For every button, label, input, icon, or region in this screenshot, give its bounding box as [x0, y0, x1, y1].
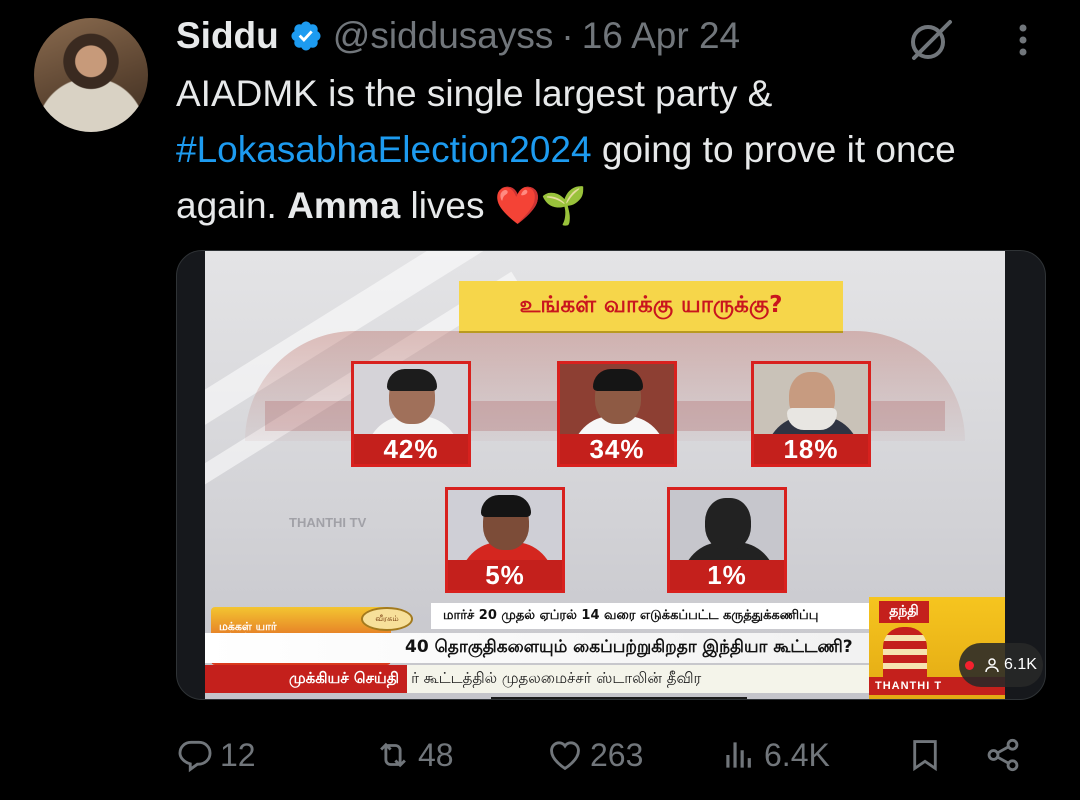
record-dot-icon: [965, 660, 975, 670]
grok-icon[interactable]: [904, 14, 956, 66]
avatar[interactable]: [34, 18, 148, 132]
author-handle[interactable]: @siddusayss: [333, 15, 554, 57]
hair-shape: [481, 495, 531, 517]
share-icon: [987, 738, 1019, 772]
ticker-tag: முக்கியச் செய்தி: [205, 665, 408, 693]
result-percent: 34%: [560, 434, 674, 464]
analytics-icon: [726, 742, 751, 768]
tv-frame: உங்கள் வாக்கு யாருக்கு? 42% 34% 18% 5% 1…: [205, 251, 1005, 699]
candidate-card: 42%: [351, 361, 471, 467]
bookmark-button[interactable]: [906, 730, 950, 780]
result-percent: 5%: [448, 560, 562, 590]
like-button[interactable]: 263: [546, 730, 643, 780]
candidate-card: 1%: [667, 487, 787, 593]
ticker-text: ர் கூட்டத்தில் முதலமைச்சர் ஸ்டாலின் தீவி…: [411, 669, 702, 687]
tweet-text-part: AIADMK is the single largest party &: [176, 73, 773, 114]
survey-note: மார்ச் 20 முதல் ஏப்ரல் 14 வரை எடுக்கப்பட…: [431, 603, 871, 629]
beard-shape: [787, 408, 837, 430]
video-progress: [491, 697, 747, 699]
share-button[interactable]: [984, 730, 1028, 780]
lighthouse-icon: [883, 627, 927, 677]
verified-badge-icon: [289, 19, 323, 53]
result-percent: 42%: [354, 434, 468, 464]
candidate-card: 5%: [445, 487, 565, 593]
program-badge: வீரகம்: [361, 607, 413, 631]
tweet-text: AIADMK is the single largest party & #Lo…: [176, 66, 1056, 234]
result-percent: 18%: [754, 434, 868, 464]
view-count: 6.4K: [764, 736, 830, 773]
tweet-text-part: lives: [400, 185, 495, 226]
repost-icon: [380, 742, 406, 768]
hair-shape: [387, 369, 437, 391]
repost-count: 48: [418, 736, 454, 773]
heart-icon: [550, 741, 580, 771]
tweet-date[interactable]: 16 Apr 24: [582, 15, 740, 57]
media-view-count[interactable]: 6.1K: [959, 643, 1043, 687]
emoji: ❤️🌱: [494, 185, 587, 226]
like-count: 263: [590, 736, 644, 773]
more-options-icon[interactable]: [1006, 14, 1040, 66]
channel-watermark: THANTHI TV: [289, 515, 367, 530]
media-view-count-label: 6.1K: [1004, 656, 1037, 673]
person-icon: [985, 658, 999, 673]
silhouette-head: [705, 498, 751, 550]
reply-count: 12: [220, 736, 256, 773]
repost-button[interactable]: 48: [374, 730, 454, 780]
media-image[interactable]: உங்கள் வாக்கு யாருக்கு? 42% 34% 18% 5% 1…: [176, 250, 1046, 700]
separator-dot: ·: [561, 15, 574, 56]
author-name[interactable]: Siddu: [176, 15, 279, 57]
tweet-text-bold: Amma: [287, 185, 401, 226]
poll-question: உங்கள் வாக்கு யாருக்கு?: [459, 281, 843, 331]
candidate-card: 34%: [557, 361, 677, 467]
hashtag-link[interactable]: #LokasabhaElection2024: [176, 129, 592, 170]
candidate-card: 18%: [751, 361, 871, 467]
reply-button[interactable]: 12: [176, 730, 256, 780]
reply-icon: [178, 740, 212, 773]
hair-shape: [593, 369, 643, 391]
channel-logo-text: தந்தி: [879, 601, 929, 623]
bookmark-icon: [913, 740, 937, 772]
tweet-actions: 12 48 263 6.4K: [176, 730, 1056, 780]
result-percent: 1%: [670, 560, 784, 590]
tweet-header: Siddu @siddusayss · 16 Apr 24: [176, 14, 740, 58]
views-button[interactable]: 6.4K: [720, 730, 830, 780]
